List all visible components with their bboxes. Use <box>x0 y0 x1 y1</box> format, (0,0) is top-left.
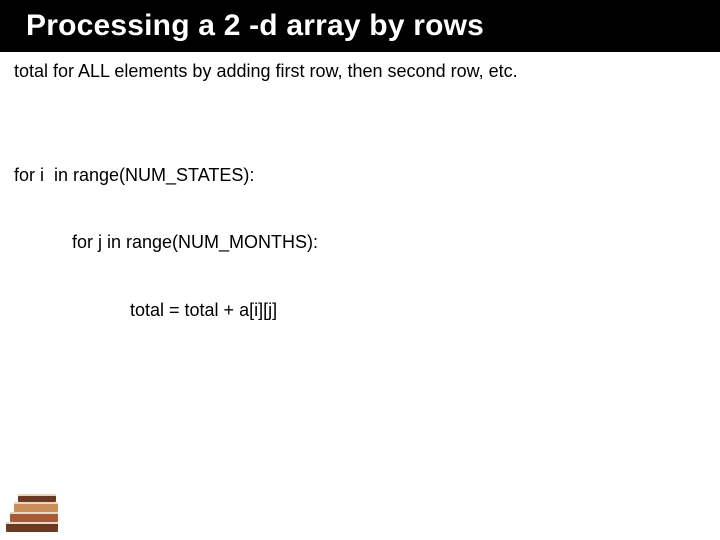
title-bar: Processing a 2 -d array by rows <box>0 0 720 52</box>
description-text: total for ALL elements by adding first r… <box>14 60 706 83</box>
slide-title: Processing a 2 -d array by rows <box>26 9 484 43</box>
code-line-3: total = total + a[i][j] <box>14 299 706 322</box>
slide: Processing a 2 -d array by rows total fo… <box>0 0 720 540</box>
books-icon <box>4 492 66 536</box>
slide-content: total for ALL elements by adding first r… <box>14 60 706 366</box>
code-block: for i in range(NUM_STATES): for j in ran… <box>14 119 706 367</box>
code-line-1: for i in range(NUM_STATES): <box>14 164 706 187</box>
code-line-2: for j in range(NUM_MONTHS): <box>14 231 706 254</box>
